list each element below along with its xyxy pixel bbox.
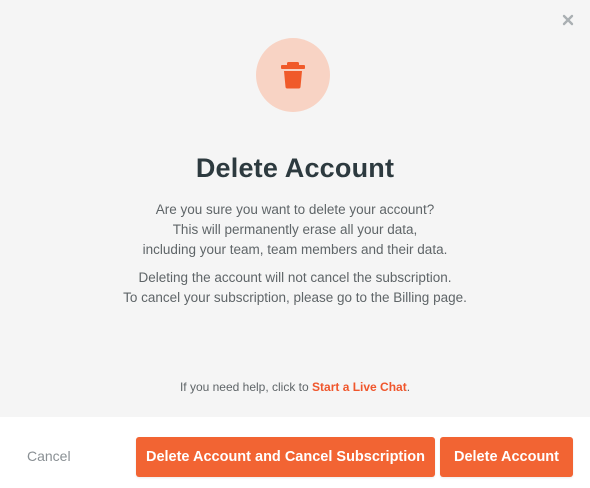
trash-icon (281, 62, 305, 89)
dialog-body: Delete Account Are you sure you want to … (0, 0, 590, 417)
help-suffix: . (406, 380, 411, 394)
message-line: Are you sure you want to delete your acc… (155, 202, 435, 217)
note-line: To cancel your subscription, please go t… (123, 290, 467, 305)
message-line: including your team, team members and th… (142, 242, 448, 257)
close-button[interactable] (560, 12, 576, 28)
delete-account-dialog: Delete Account Are you sure you want to … (0, 0, 590, 488)
help-text: If you need help, click to Start a Live … (0, 380, 590, 394)
subscription-note: Deleting the account will not cancel the… (0, 268, 590, 308)
trash-icon-badge (256, 38, 330, 112)
note-line: Deleting the account will not cancel the… (138, 270, 452, 285)
delete-account-and-cancel-subscription-button[interactable]: Delete Account and Cancel Subscription (136, 437, 435, 477)
cancel-button[interactable]: Cancel (27, 448, 71, 464)
message-line: This will permanently erase all your dat… (172, 222, 418, 237)
dialog-footer: Cancel Delete Account and Cancel Subscri… (0, 417, 590, 488)
help-prefix: If you need help, click to (179, 380, 313, 394)
close-icon (562, 14, 574, 26)
delete-account-button[interactable]: Delete Account (440, 437, 573, 477)
live-chat-link[interactable]: Start a Live Chat (312, 380, 407, 394)
confirmation-message: Are you sure you want to delete your acc… (0, 200, 590, 260)
dialog-title: Delete Account (195, 153, 395, 183)
